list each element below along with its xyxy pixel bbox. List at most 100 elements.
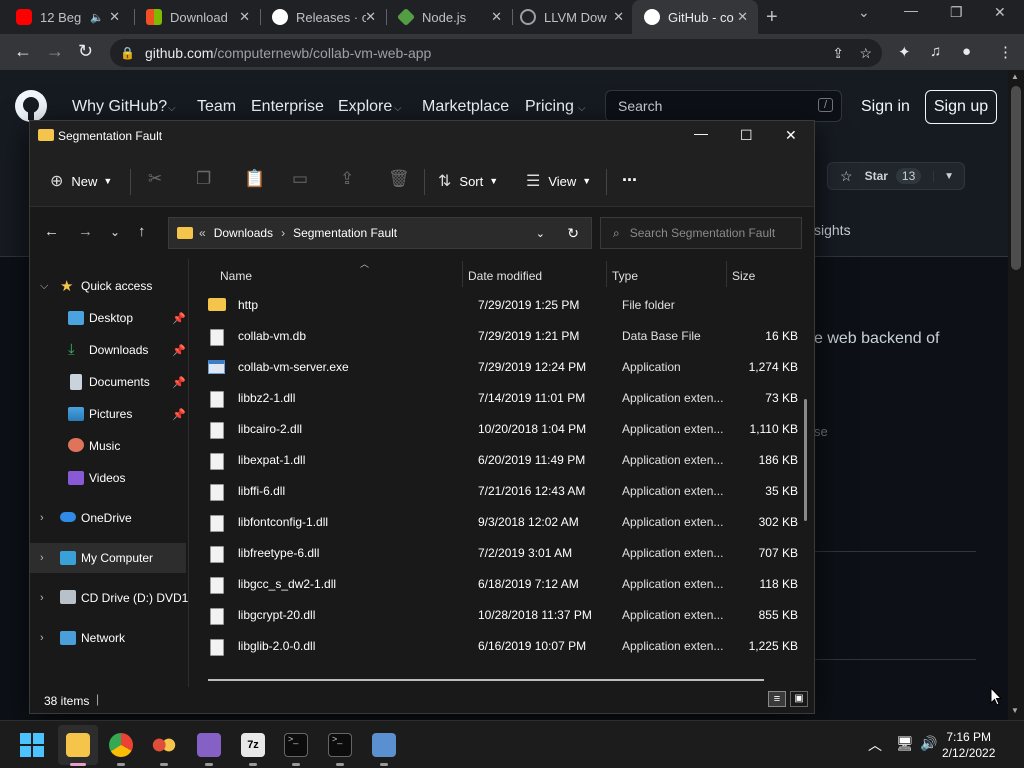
column-header-date[interactable]: Date modified: [468, 269, 542, 283]
nav-team[interactable]: Team: [197, 98, 236, 116]
file-row[interactable]: libgcc_s_dw2-1.dll 6/18/2019 7:12 AM Appli…: [200, 568, 804, 599]
sign-up-button[interactable]: Sign up: [925, 90, 997, 124]
bookmark-star-icon[interactable]: ☆: [859, 45, 872, 62]
tab-search-icon[interactable]: ⌄: [858, 4, 870, 21]
star-button[interactable]: ☆ Star 13 ▼: [827, 162, 965, 190]
chevron-right-icon[interactable]: ›: [281, 226, 285, 240]
file-explorer-icon[interactable]: [66, 733, 90, 757]
details-view-icon[interactable]: ≡: [768, 691, 786, 707]
nav-downloads[interactable]: ⤓ Downloads 📌: [30, 335, 186, 365]
7zip-icon[interactable]: 7z: [241, 733, 265, 757]
column-divider[interactable]: [606, 261, 607, 287]
view-button[interactable]: ☰ View ▼: [526, 171, 591, 191]
browser-tab[interactable]: 12 Beg 🔈 ✕: [4, 0, 130, 34]
file-row[interactable]: libgcrypt-20.dll 10/28/2018 11:37 PM Appli…: [200, 599, 804, 630]
nav-cd-drive[interactable]: › CD Drive (D:) DVD1: [30, 583, 188, 613]
terminal-icon[interactable]: >_: [284, 733, 308, 757]
github-logo-icon[interactable]: [15, 90, 47, 122]
network-icon[interactable]: 🖥: [896, 735, 914, 752]
address-breadcrumb-bar[interactable]: « Downloads › Segmentation Fault ⌄ ↻: [168, 217, 592, 249]
pin-icon[interactable]: 📌: [172, 312, 186, 325]
close-window-icon[interactable]: ✕: [994, 4, 1006, 21]
nav-videos[interactable]: Videos: [30, 463, 186, 493]
browser-tab-active[interactable]: GitHub - co ✕: [632, 0, 758, 34]
cut-icon[interactable]: ✂: [148, 169, 162, 189]
back-icon[interactable]: ←: [14, 41, 32, 62]
star-dropdown-icon[interactable]: ▼: [933, 170, 954, 182]
sign-in-link[interactable]: Sign in: [861, 98, 910, 116]
windows-start-icon[interactable]: [20, 733, 44, 757]
clock[interactable]: 7:16 PM 2/12/2022: [942, 729, 995, 761]
scroll-down-icon[interactable]: ▼: [1011, 706, 1019, 715]
maximize-icon[interactable]: ☐: [740, 127, 753, 144]
scroll-up-icon[interactable]: ▲: [1011, 72, 1019, 81]
new-button[interactable]: ⊕ New ▼: [50, 171, 112, 191]
chevron-right-icon[interactable]: ›: [40, 512, 44, 524]
app-icon[interactable]: [152, 733, 176, 757]
chevron-right-icon[interactable]: ›: [40, 632, 44, 644]
nav-my-computer[interactable]: › My Computer: [30, 543, 186, 573]
search-input[interactable]: ⌕ Search Segmentation Fault: [600, 217, 802, 249]
file-row[interactable]: libffi-6.dll 7/21/2016 12:43 AM Applicatio…: [200, 475, 804, 506]
more-options-button[interactable]: ...: [622, 165, 637, 186]
nav-enterprise[interactable]: Enterprise: [251, 98, 324, 116]
close-icon[interactable]: ✕: [737, 9, 748, 25]
lock-icon[interactable]: 🔒: [120, 46, 135, 60]
file-row[interactable]: libfreetype-6.dll 7/2/2019 3:01 AM Applica…: [200, 537, 804, 568]
mute-icon[interactable]: 🔈: [90, 11, 104, 24]
menu-icon[interactable]: ⋮: [998, 43, 1013, 61]
refresh-icon[interactable]: ↻: [567, 225, 579, 242]
share-icon[interactable]: ⇪: [832, 45, 844, 62]
breadcrumb-segmentation-fault[interactable]: Segmentation Fault: [293, 226, 397, 240]
column-divider[interactable]: [726, 261, 727, 287]
column-header-size[interactable]: Size: [732, 269, 755, 283]
nav-why-github[interactable]: Why GitHub?: [72, 98, 167, 116]
nav-onedrive[interactable]: › OneDrive: [30, 503, 186, 533]
column-divider[interactable]: [462, 261, 463, 287]
reload-icon[interactable]: ↻: [78, 41, 93, 62]
browser-tab[interactable]: Node.js ✕: [386, 0, 512, 34]
nav-network[interactable]: › Network: [30, 623, 186, 653]
list-scrollbar-thumb[interactable]: [804, 399, 807, 521]
breadcrumb-overflow[interactable]: «: [199, 226, 206, 240]
file-row[interactable]: collab-vm.db 7/29/2019 1:21 PM Data Base F…: [200, 320, 804, 351]
minimize-icon[interactable]: —: [904, 2, 918, 18]
media-control-icon[interactable]: ♫: [930, 43, 941, 60]
volume-icon[interactable]: 🔊: [920, 735, 937, 752]
rename-icon[interactable]: ▭: [292, 169, 308, 189]
pin-icon[interactable]: 📌: [172, 408, 186, 421]
restore-icon[interactable]: ❐: [950, 4, 963, 21]
nav-music[interactable]: Music: [30, 431, 186, 461]
nav-pricing[interactable]: Pricing: [525, 98, 574, 116]
browser-tab[interactable]: LLVM Dow ✕: [508, 0, 634, 34]
minimize-icon[interactable]: —: [694, 125, 708, 141]
nav-marketplace[interactable]: Marketplace: [422, 98, 509, 116]
tab-insights[interactable]: sights: [814, 222, 851, 238]
forward-icon[interactable]: →: [78, 223, 93, 240]
explorer-title-bar[interactable]: Segmentation Fault — ☐ ✕: [30, 121, 814, 153]
address-bar[interactable]: 🔒 github.com/computernewb/collab-vm-web-…: [110, 39, 882, 67]
file-row[interactable]: libcairo-2.dll 10/20/2018 1:04 PM Applicat…: [200, 413, 804, 444]
file-row[interactable]: libfontconfig-1.dll 9/3/2018 12:02 AM Appl…: [200, 506, 804, 537]
chevron-down-icon[interactable]: ⌄: [536, 227, 545, 240]
nav-desktop[interactable]: Desktop 📌: [30, 303, 186, 333]
paste-icon[interactable]: 📋: [244, 169, 265, 189]
up-icon[interactable]: ↑: [138, 223, 146, 240]
recent-locations-icon[interactable]: ⌄: [110, 225, 120, 239]
copy-icon[interactable]: ❐: [196, 169, 211, 189]
github-search-input[interactable]: Search /: [605, 90, 842, 122]
tiles-view-icon[interactable]: ▣: [790, 691, 808, 707]
close-icon[interactable]: ✕: [239, 9, 250, 25]
sort-button[interactable]: ⇅ Sort ▼: [438, 171, 498, 191]
share-icon[interactable]: ⇪: [340, 169, 354, 189]
close-icon[interactable]: ✕: [109, 9, 120, 25]
page-scrollbar-thumb[interactable]: [1011, 86, 1021, 270]
chevron-right-icon[interactable]: ›: [40, 592, 44, 604]
file-row[interactable]: http 7/29/2019 1:25 PM File folder: [200, 289, 804, 320]
back-icon[interactable]: ←: [44, 223, 59, 240]
nav-explore[interactable]: Explore: [338, 98, 392, 116]
nav-quick-access[interactable]: ⌵ ★ Quick access: [30, 271, 186, 301]
horizontal-scrollbar[interactable]: [208, 679, 764, 681]
browser-tab[interactable]: Releases · c ✕: [260, 0, 386, 34]
nav-documents[interactable]: Documents 📌: [30, 367, 186, 397]
